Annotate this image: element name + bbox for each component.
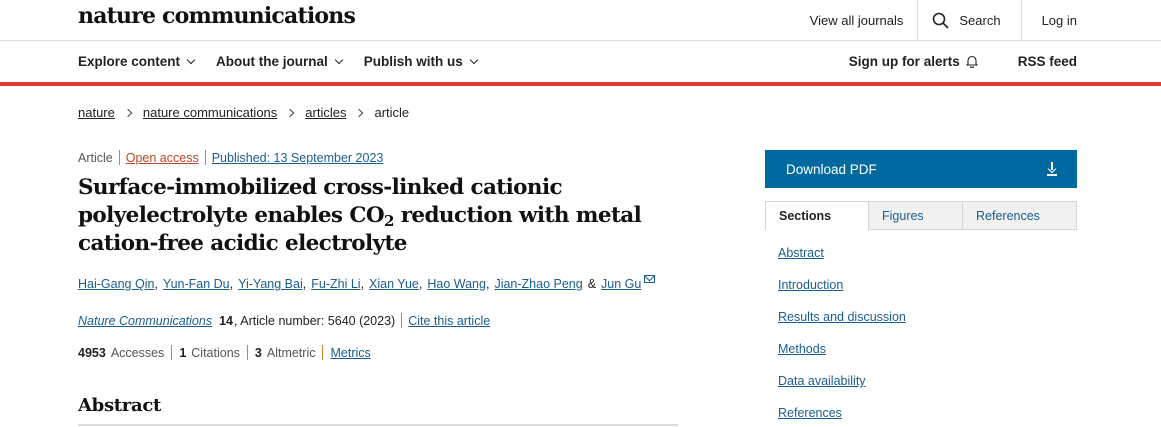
author-link[interactable]: Hao Wang [427, 277, 486, 291]
nav-label: Explore content [78, 54, 181, 69]
nav-label: Publish with us [363, 54, 463, 69]
author-link[interactable]: Hai-Gang Qin [78, 277, 154, 291]
search-label: Search [959, 12, 1001, 28]
chevron-down-icon [334, 55, 344, 64]
mail-icon[interactable] [644, 275, 656, 283]
divider [118, 150, 120, 165]
article-title: Surface-immobilized cross-linked cationi… [78, 174, 678, 258]
author-ampersand: & [587, 277, 597, 291]
abstract-heading: Abstract [78, 395, 162, 416]
section-link-introduction[interactable]: Introduction [778, 277, 906, 309]
metrics-link[interactable]: Metrics [330, 346, 370, 360]
author-separator: , [302, 277, 307, 291]
author-separator: , [485, 277, 490, 291]
divider [401, 313, 403, 328]
open-access-link[interactable]: Open access [126, 151, 199, 165]
breadcrumb-nature[interactable]: nature [78, 105, 115, 120]
divider [204, 150, 206, 165]
author-separator: , [360, 277, 365, 291]
citations-label: Citations [191, 345, 240, 360]
accesses-count: 4953 [78, 345, 106, 360]
bell-icon [965, 55, 978, 68]
altmetric-score: 3 [254, 345, 262, 360]
tab-references[interactable]: References [963, 201, 1077, 230]
section-list: Abstract Introduction Results and discus… [778, 245, 906, 427]
nav-label: About the journal [216, 54, 328, 69]
title-subscript: 2 [383, 212, 394, 230]
sidebar-tabs: Sections Figures References [765, 201, 1077, 230]
volume-number: 14 [219, 313, 233, 328]
site-logo[interactable]: nature communications [78, 3, 356, 29]
section-link-methods[interactable]: Methods [778, 341, 906, 373]
main-nav: Explore content About the journal Publis… [0, 41, 1161, 86]
abstract-divider [78, 424, 678, 426]
article-number: , Article number: 5640 (2023) [234, 313, 396, 328]
sign-up-alerts-link[interactable]: Sign up for alerts [849, 54, 996, 69]
rss-feed-link[interactable]: RSS feed [996, 54, 1077, 69]
top-bar: nature communications View all journals … [0, 0, 1161, 41]
nav-explore-content[interactable]: Explore content [78, 54, 196, 69]
section-link-abstract[interactable]: Abstract [778, 245, 906, 277]
chevron-right-icon [123, 108, 133, 117]
chevron-right-icon [286, 108, 295, 117]
author-separator: , [154, 277, 158, 291]
nav-menus: Explore content About the journal Publis… [78, 41, 479, 82]
chevron-down-icon [186, 55, 196, 64]
download-pdf-label: Download PDF [786, 161, 877, 177]
tab-sections[interactable]: Sections [765, 201, 869, 230]
alerts-label: Sign up for alerts [848, 54, 960, 69]
author-link[interactable]: Yun-Fan Du [163, 277, 230, 291]
article-type: Article [78, 150, 113, 165]
metrics-summary: 4953 Accesses 1 Citations 3 Altmetric Me… [78, 345, 371, 360]
chevron-right-icon [355, 108, 364, 117]
divider [322, 345, 324, 360]
nav-actions: Sign up for alerts RSS feed [849, 41, 1077, 82]
divider [171, 345, 173, 360]
download-pdf-button[interactable]: Download PDF [765, 150, 1077, 188]
author-link[interactable]: Fu-Zhi Li [311, 277, 360, 291]
search-icon [933, 12, 949, 29]
view-all-journals-link[interactable]: View all journals [796, 0, 919, 40]
nav-about-journal[interactable]: About the journal [216, 54, 344, 69]
altmetric-label: Altmetric [266, 345, 316, 360]
author-link[interactable]: Jun Gu [601, 277, 641, 291]
login-link[interactable]: Log in [1022, 0, 1161, 40]
section-link-references[interactable]: References [778, 405, 906, 427]
article-meta: Article Open access Published: 13 Septem… [78, 150, 383, 165]
breadcrumb-nature-communications[interactable]: nature communications [143, 105, 277, 120]
author-link[interactable]: Xian Yue [369, 277, 419, 291]
breadcrumb-articles[interactable]: articles [305, 105, 346, 120]
search-button[interactable]: Search [918, 0, 1022, 40]
tab-figures[interactable]: Figures [869, 201, 963, 230]
published-date-link[interactable]: Published: 13 September 2023 [212, 151, 384, 165]
section-link-data-availability[interactable]: Data availability [778, 373, 906, 405]
nav-publish-with-us[interactable]: Publish with us [363, 54, 479, 69]
author-link[interactable]: Jian-Zhao Peng [494, 277, 582, 291]
accesses-label: Accesses [110, 345, 165, 360]
download-icon [1047, 162, 1057, 176]
author-list: Hai-Gang Qin, Yun-Fan Du, Yi-Yang Bai, F… [78, 275, 656, 291]
breadcrumb: nature nature communications articles ar… [78, 105, 409, 120]
author-separator: , [418, 277, 423, 291]
section-link-results[interactable]: Results and discussion [778, 309, 906, 341]
author-separator: , [229, 277, 234, 291]
breadcrumb-current: article [374, 105, 410, 120]
citations-count: 1 [179, 345, 187, 360]
cite-this-article-link[interactable]: Cite this article [408, 314, 490, 328]
divider [246, 345, 248, 360]
chevron-down-icon [469, 55, 479, 64]
top-links: View all journals Search Log in [796, 0, 1161, 40]
author-link[interactable]: Yi-Yang Bai [238, 277, 303, 291]
citation-line: Nature Communications 14 , Article numbe… [78, 313, 490, 328]
journal-name-link[interactable]: Nature Communications [78, 314, 212, 328]
